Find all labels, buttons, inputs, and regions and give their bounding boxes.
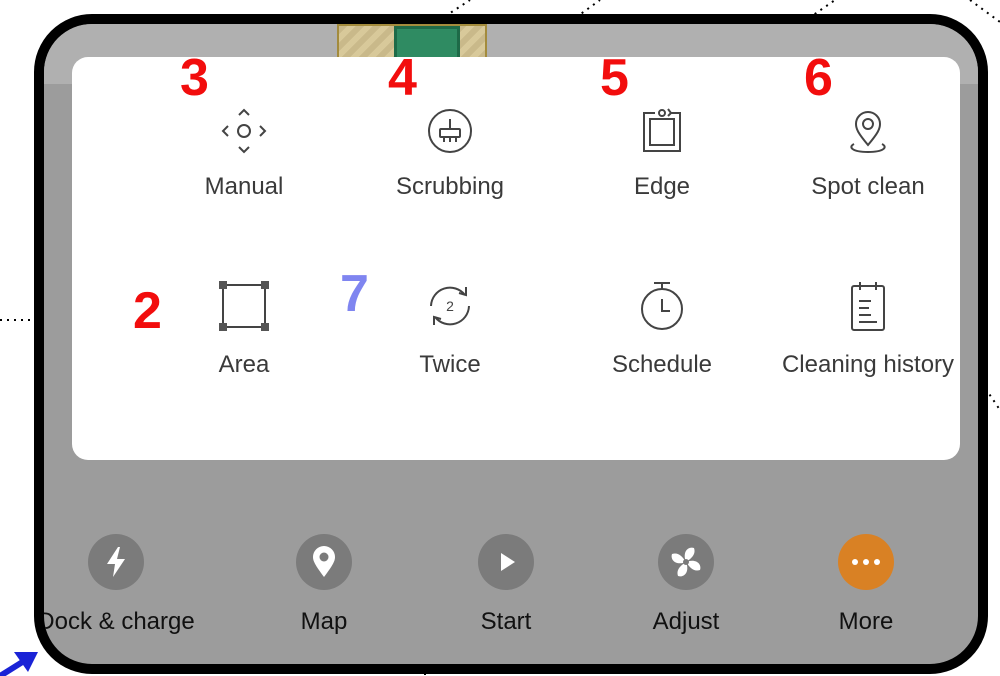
area-button[interactable]: Area <box>134 279 354 379</box>
play-icon <box>478 534 534 590</box>
fan-icon <box>658 534 714 590</box>
schedule-label: Schedule <box>611 351 713 378</box>
blue-arrow <box>0 652 38 676</box>
callout-number-scrubbing: 4 <box>388 49 417 107</box>
edge-icon <box>643 108 681 152</box>
map-button[interactable]: Map <box>224 534 424 636</box>
move-arrows-icon <box>221 108 267 154</box>
start-button[interactable]: Start <box>406 534 606 636</box>
dock-charge-button[interactable]: Dock & charge <box>37 534 216 636</box>
adjust-button[interactable]: Adjust <box>586 534 786 636</box>
bottom-control-bar: Dock & charge Map Start Adjust More <box>44 479 978 664</box>
start-label: Start <box>480 608 532 635</box>
callout-number-twice: 7 <box>340 265 369 323</box>
repeat-twice-icon: 2 <box>430 286 470 326</box>
adjust-label: Adjust <box>652 608 720 635</box>
map-pin-icon <box>296 534 352 590</box>
broom-icon <box>428 109 472 153</box>
edge-label: Edge <box>633 173 691 200</box>
callout-number-spot-clean: 6 <box>804 49 833 107</box>
more-menu-panel: Manual Scrubbing Edge Spot clean Area 2 … <box>72 57 960 460</box>
timer-icon <box>641 282 683 330</box>
manual-button[interactable]: Manual <box>134 107 354 201</box>
scrubbing-button[interactable]: Scrubbing <box>340 107 560 201</box>
edge-button[interactable]: Edge <box>552 107 772 201</box>
spot-clean-button[interactable]: Spot clean <box>758 107 978 201</box>
more-label: More <box>838 608 894 635</box>
manual-label: Manual <box>204 173 284 200</box>
area-square-icon <box>219 281 269 331</box>
svg-text:2: 2 <box>446 298 454 314</box>
area-label: Area <box>218 351 270 378</box>
bolt-icon <box>88 534 144 590</box>
twice-label: Twice <box>419 351 481 378</box>
callout-number-edge: 5 <box>600 49 629 107</box>
more-dots-icon <box>838 534 894 590</box>
callout-number-area: 2 <box>133 282 162 340</box>
callout-number-manual: 3 <box>180 49 209 107</box>
schedule-button[interactable]: Schedule <box>552 279 772 379</box>
device-frame: Manual Scrubbing Edge Spot clean Area 2 … <box>34 14 988 674</box>
dock-charge-label: Dock & charge <box>37 608 195 635</box>
cleaning-history-button[interactable]: Cleaning history <box>758 279 978 379</box>
scrubbing-label: Scrubbing <box>395 173 505 200</box>
location-pin-icon <box>850 111 886 154</box>
notepad-icon <box>851 282 885 331</box>
map-label: Map <box>300 608 348 635</box>
more-button[interactable]: More <box>766 534 966 636</box>
spot-clean-label: Spot clean <box>811 173 925 200</box>
cleaning-history-label: Cleaning history <box>781 351 955 378</box>
twice-button[interactable]: 2 Twice <box>340 279 560 379</box>
